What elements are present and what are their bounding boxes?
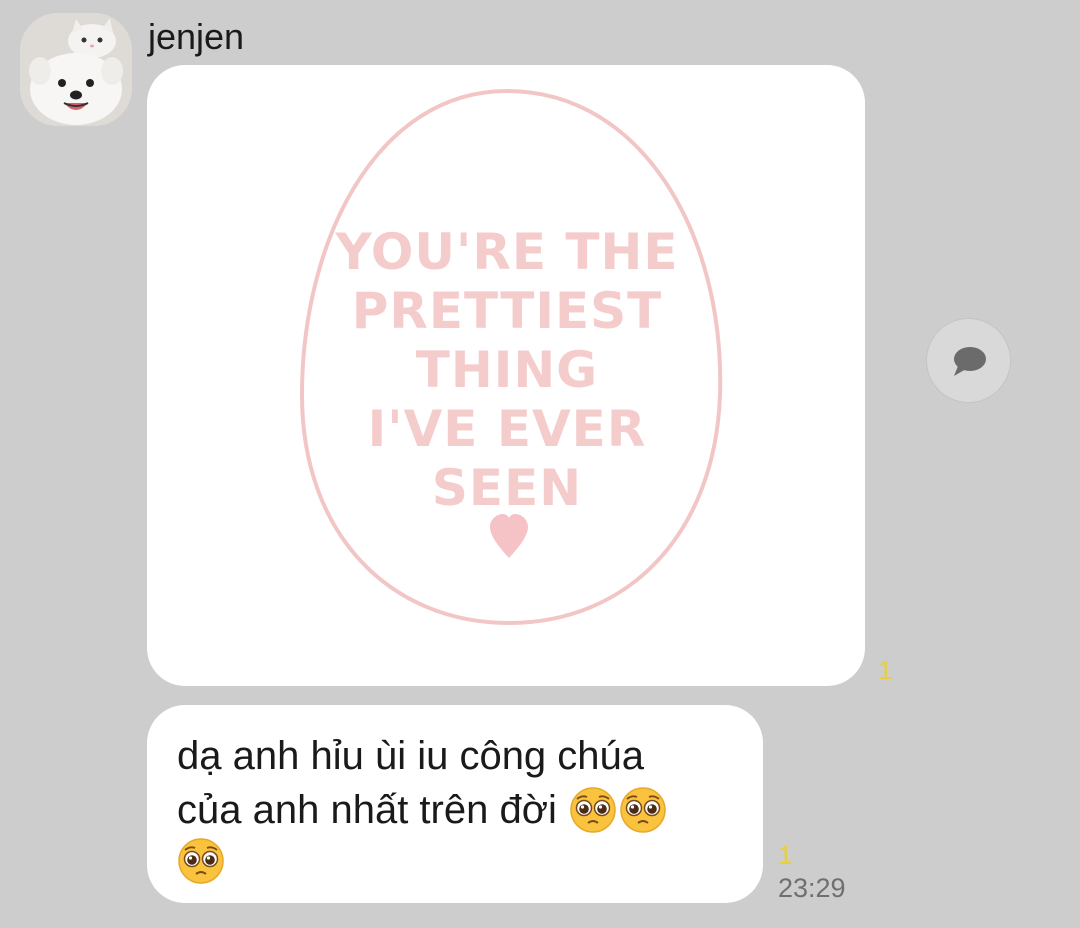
image-message[interactable]: YOU'RE THE PRETTIEST THING I'VE EVER SEE… — [147, 65, 865, 686]
text-message[interactable]: dạ anh hỉu ùi iu công chúa của anh nhất … — [147, 705, 763, 903]
message-line-3 — [177, 837, 733, 885]
heart-icon — [490, 514, 528, 558]
sender-avatar[interactable] — [20, 13, 132, 126]
message-line-2: của anh nhất trên đời — [177, 783, 733, 837]
message-timestamp: 23:29 — [778, 873, 846, 903]
pleading-face-emoji-icon — [177, 837, 225, 885]
poster-line: THING — [415, 341, 599, 399]
speech-bubble-icon — [953, 346, 986, 376]
poster-line: I'VE EVER — [367, 400, 647, 458]
pleading-face-emoji-icon — [569, 786, 617, 834]
sender-name: jenjen — [148, 16, 245, 57]
image-unread-count: 1 — [878, 655, 893, 685]
poster-line: SEEN — [431, 459, 583, 517]
text-unread-count: 1 — [778, 840, 793, 870]
poster-line: YOU'RE THE — [335, 223, 679, 281]
message-text: của anh nhất trên đời — [177, 788, 557, 832]
dog-with-cat-avatar-icon — [20, 13, 132, 126]
poster-line: PRETTIEST — [351, 282, 663, 340]
share-button[interactable] — [926, 318, 1011, 403]
message-text: dạ anh hỉu ùi iu công chúa — [177, 734, 645, 778]
pleading-face-emoji-icon — [619, 786, 667, 834]
poster-text: YOU'RE THE PRETTIEST THING I'VE EVER SEE… — [297, 223, 717, 518]
message-line-1: dạ anh hỉu ùi iu công chúa — [177, 729, 733, 783]
